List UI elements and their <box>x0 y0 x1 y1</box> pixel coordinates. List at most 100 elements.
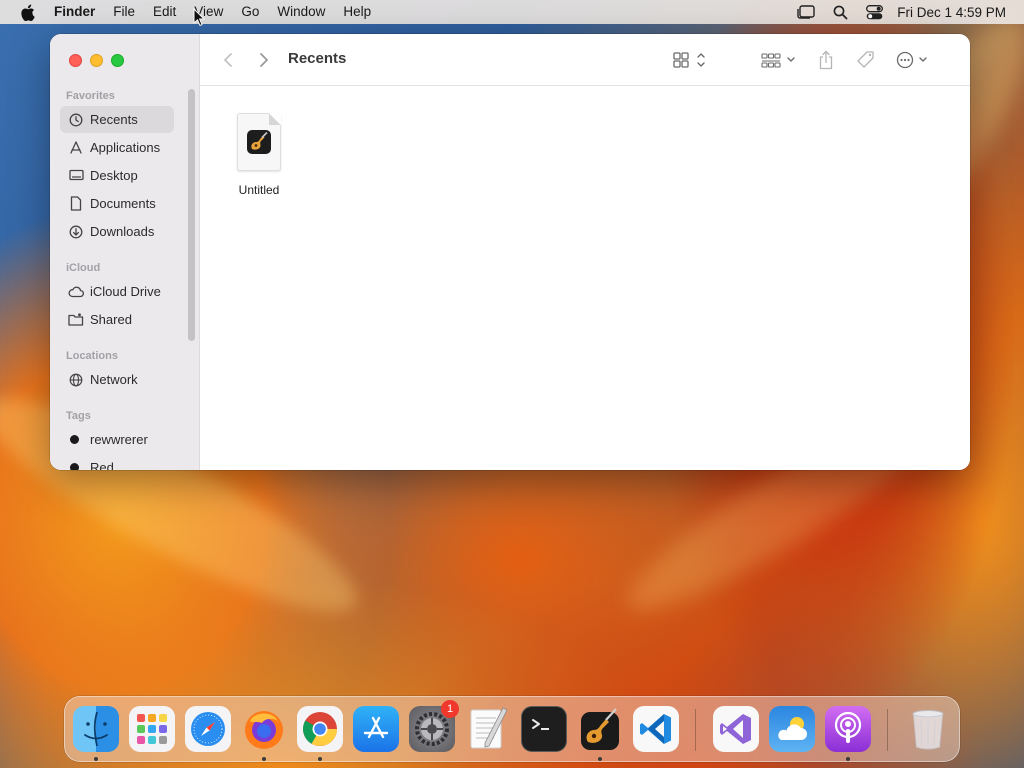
chevron-right-icon <box>260 53 268 67</box>
ellipsis-circle-icon <box>896 51 927 69</box>
dock-app-podcasts[interactable] <box>825 706 871 761</box>
toolbar: Recents <box>200 34 970 86</box>
dock-app-textedit[interactable] <box>465 706 511 752</box>
dock-app-launchpad[interactable] <box>129 706 175 752</box>
clock-icon <box>68 112 84 128</box>
dock-app-trash[interactable] <box>905 706 951 752</box>
sidebar-item-icloud-drive[interactable]: iCloud Drive <box>60 278 174 305</box>
chrome-icon <box>303 712 337 746</box>
sidebar-item-recents[interactable]: Recents <box>60 106 174 133</box>
dock-app-weather[interactable] <box>769 706 815 752</box>
mouse-cursor-icon <box>193 8 205 27</box>
dock-app-app-store[interactable] <box>353 706 399 752</box>
window-title: Recents <box>288 50 347 67</box>
sidebar-tag-rewwrerer[interactable]: rewwrerer <box>60 426 174 453</box>
weather-icon <box>778 717 807 740</box>
dock-app-visual-studio[interactable] <box>713 706 759 752</box>
menu-bar: Finder File Edit View Go Window Help Fri… <box>0 0 1024 24</box>
running-indicator <box>846 757 850 761</box>
desktop-icon <box>68 168 84 184</box>
tag-button[interactable] <box>854 48 878 72</box>
group-grid-icon <box>761 53 795 68</box>
running-indicator <box>262 757 266 761</box>
dock-app-chrome[interactable] <box>297 706 343 761</box>
back-button[interactable] <box>218 48 238 72</box>
menu-file[interactable]: File <box>104 0 144 24</box>
sidebar: Favorites Recents Applications Desktop D… <box>50 34 200 470</box>
dock-app-safari[interactable] <box>185 706 231 752</box>
dock-app-system-settings[interactable]: 1 <box>409 700 459 752</box>
sidebar-item-downloads[interactable]: Downloads <box>60 218 174 245</box>
file-browser-content: Untitled <box>200 87 970 470</box>
menu-app-name[interactable]: Finder <box>54 0 104 24</box>
sidebar-item-label: Desktop <box>90 168 138 183</box>
menu-help[interactable]: Help <box>334 0 380 24</box>
dock-app-firefox[interactable] <box>241 706 287 761</box>
stage-manager-icon[interactable] <box>789 0 823 24</box>
visual-studio-icon <box>720 714 751 744</box>
sidebar-item-desktop[interactable]: Desktop <box>60 162 174 189</box>
sidebar-item-label: Shared <box>90 312 132 327</box>
view-mode-button[interactable] <box>670 48 712 72</box>
dock-app-finder[interactable] <box>73 706 119 761</box>
safari-icon <box>191 712 225 746</box>
apple-menu-icon[interactable] <box>0 0 54 24</box>
dock-app-vscode[interactable] <box>633 706 679 752</box>
sidebar-item-documents[interactable]: Documents <box>60 190 174 217</box>
forward-button[interactable] <box>254 48 274 72</box>
sidebar-tag-red[interactable]: Red <box>60 454 174 470</box>
share-icon <box>819 50 833 70</box>
document-icon <box>68 196 84 212</box>
sidebar-section-icloud: iCloud <box>66 262 101 274</box>
garageband-document-icon <box>237 113 281 171</box>
running-indicator <box>318 757 322 761</box>
finder-window: Favorites Recents Applications Desktop D… <box>50 34 970 470</box>
applications-icon <box>68 140 84 156</box>
menu-edit[interactable]: Edit <box>144 0 185 24</box>
minimize-window-button[interactable] <box>90 54 103 67</box>
tag-color-dot <box>70 463 79 470</box>
sidebar-item-label: rewwrerer <box>90 432 148 447</box>
dock: 1 <box>64 696 960 762</box>
sidebar-item-label: Network <box>90 372 138 387</box>
control-center-icon[interactable] <box>857 0 891 24</box>
sidebar-section-locations: Locations <box>66 350 118 362</box>
globe-icon <box>68 372 84 388</box>
download-icon <box>68 224 84 240</box>
garageband-icon <box>581 708 619 750</box>
file-item[interactable]: Untitled <box>234 113 284 197</box>
tag-icon <box>857 51 874 68</box>
vscode-icon <box>640 714 671 744</box>
sidebar-section-tags: Tags <box>66 410 91 422</box>
group-by-button[interactable] <box>758 48 800 72</box>
podcasts-icon <box>834 711 862 743</box>
chevron-left-icon <box>224 53 232 67</box>
sidebar-item-applications[interactable]: Applications <box>60 134 174 161</box>
cloud-icon <box>68 284 84 300</box>
sidebar-item-label: Red <box>90 460 114 470</box>
running-indicator <box>94 757 98 761</box>
tag-color-dot <box>70 435 79 444</box>
more-actions-button[interactable] <box>894 48 934 72</box>
menu-go[interactable]: Go <box>232 0 268 24</box>
sidebar-item-shared[interactable]: Shared <box>60 306 174 333</box>
sidebar-item-network[interactable]: Network <box>60 366 174 393</box>
menu-window[interactable]: Window <box>268 0 334 24</box>
zoom-window-button[interactable] <box>111 54 124 67</box>
spotlight-search-icon[interactable] <box>823 0 857 24</box>
firefox-icon <box>245 711 283 749</box>
dock-app-garageband[interactable] <box>577 706 623 761</box>
dock-app-terminal[interactable] <box>521 706 567 752</box>
close-window-button[interactable] <box>69 54 82 67</box>
sidebar-section-favorites: Favorites <box>66 90 115 102</box>
sidebar-scrollbar[interactable] <box>188 89 195 341</box>
dock-separator <box>695 709 696 751</box>
textedit-icon <box>470 707 508 749</box>
trash-icon <box>912 710 944 750</box>
app-store-icon <box>363 716 389 739</box>
sidebar-item-label: Downloads <box>90 224 155 239</box>
share-button[interactable] <box>814 48 838 72</box>
terminal-icon <box>532 719 549 730</box>
sidebar-item-label: Documents <box>90 196 156 211</box>
menu-clock[interactable]: Fri Dec 1 4:59 PM <box>891 5 1024 20</box>
